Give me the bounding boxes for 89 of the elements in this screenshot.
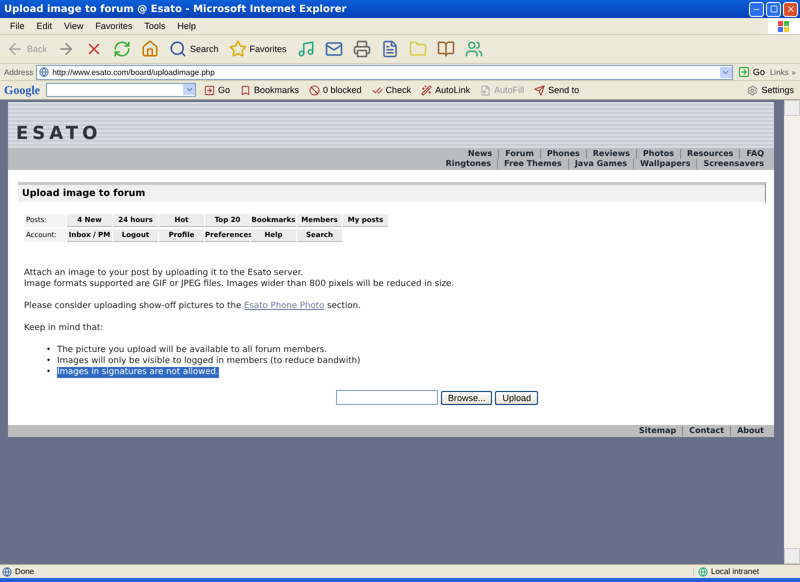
page-heading: Upload image to forum xyxy=(18,182,766,202)
toolbar-button[interactable]: Send to xyxy=(532,84,582,96)
windows-flag-icon xyxy=(768,18,800,34)
minimize-button[interactable] xyxy=(749,2,764,16)
restore-icon xyxy=(770,5,778,13)
star-icon xyxy=(228,40,247,58)
people-button[interactable] xyxy=(462,40,485,58)
dropdown-button[interactable] xyxy=(183,84,195,95)
nav-link[interactable]: Free Themes xyxy=(497,159,568,169)
send-icon xyxy=(534,84,546,96)
bullet: • xyxy=(46,345,52,356)
bullet: • xyxy=(46,367,52,378)
menu-item[interactable]: Edit xyxy=(30,21,58,31)
nav-link[interactable]: Forum xyxy=(498,149,540,159)
rule-item: The picture you upload will be available to all forum members. xyxy=(57,345,327,356)
nav-link[interactable]: Wallpapers xyxy=(633,159,696,169)
bookmark-icon xyxy=(240,84,252,96)
refresh-icon xyxy=(113,40,132,58)
window-title: Upload image to forum @ Esato - Microsoft Internet Explorer xyxy=(4,4,346,14)
nav-link[interactable]: Ringtones xyxy=(440,159,498,169)
file-field[interactable] xyxy=(336,390,438,405)
toolbar-button[interactable]: Search xyxy=(167,40,221,58)
photo-link[interactable]: Esato Phone Photo xyxy=(244,301,324,311)
nav-link[interactable]: Phones xyxy=(540,149,586,159)
page-icon xyxy=(2,566,12,576)
close-button[interactable] xyxy=(783,2,798,16)
settings-button[interactable]: Settings xyxy=(745,84,796,96)
settings-icon xyxy=(747,84,758,96)
nav-link[interactable]: Screensavers xyxy=(696,159,770,169)
nav-link[interactable]: Reviews xyxy=(586,149,636,159)
menu-item[interactable]: Tools xyxy=(138,21,172,31)
menu-item[interactable]: Help xyxy=(171,21,202,31)
toolbar-button[interactable]: 0 blocked xyxy=(307,84,364,96)
footer-link[interactable]: Sitemap xyxy=(632,426,682,436)
site-logo: ESATO xyxy=(16,123,102,144)
intro-text: Image formats supported are GIF or JPEG files. Images wider than 800 pixels will be reduced in size. xyxy=(24,279,456,290)
photo-note: Please consider uploading show-off pictures to the Esato Phone Photo section. xyxy=(24,301,362,312)
rule-item: Images will only be visible to logged in members (to reduce bandwith) xyxy=(57,356,360,367)
document-icon xyxy=(380,40,399,58)
music-icon xyxy=(296,40,315,58)
nav-link[interactable]: Resources xyxy=(680,149,740,159)
menu-item[interactable]: File xyxy=(4,21,31,31)
form-icon xyxy=(480,84,492,96)
address-field[interactable]: http://www.esato.com/board/uploadimage.php xyxy=(36,64,733,80)
search-field[interactable] xyxy=(46,83,196,97)
caret-icon xyxy=(184,85,194,94)
footer-link[interactable]: About xyxy=(730,426,770,436)
toolbar-button[interactable]: Bookmarks xyxy=(238,84,302,96)
toolbar-button[interactable]: Go xyxy=(202,84,232,96)
google-logo: Google xyxy=(4,82,40,98)
blocked-icon xyxy=(309,84,320,96)
go-button[interactable]: Go xyxy=(736,66,767,78)
close-icon xyxy=(786,4,796,14)
printer-icon xyxy=(352,40,371,58)
back-icon xyxy=(6,40,24,58)
more-button[interactable]: » xyxy=(792,68,796,76)
folder-icon xyxy=(408,40,427,58)
mail-icon xyxy=(324,40,343,58)
book-icon xyxy=(436,40,455,58)
home-icon xyxy=(141,40,160,58)
toolbar-button[interactable]: Check xyxy=(370,84,414,96)
upload-button[interactable]: Upload xyxy=(495,390,538,404)
page-icon xyxy=(39,67,50,77)
rule-item: Images in signatures are not allowed. xyxy=(57,367,219,378)
toolbar-button[interactable]: Favorites xyxy=(226,40,289,58)
status-text: Done xyxy=(15,567,34,576)
toolbar-button[interactable]: AutoLink xyxy=(419,84,472,96)
people-icon xyxy=(464,40,483,58)
zone-text: Local intranet xyxy=(711,567,760,576)
links-label[interactable]: Links xyxy=(770,68,789,76)
nav-link[interactable]: Java Games xyxy=(568,159,634,169)
printer-button[interactable] xyxy=(350,40,373,58)
restore-button[interactable] xyxy=(766,2,781,16)
globe-icon xyxy=(698,566,708,576)
nav-link[interactable]: News xyxy=(462,149,498,159)
address-label: Address xyxy=(4,68,34,76)
check-icon xyxy=(372,84,383,96)
nav-link[interactable]: Photos xyxy=(636,149,680,159)
browse-button[interactable]: Browse... xyxy=(440,390,492,404)
menu-item[interactable]: View xyxy=(58,21,90,31)
footer-link[interactable]: Contact xyxy=(682,426,730,436)
keep-in-mind-text: Keep in mind that: xyxy=(24,323,104,334)
intro-text: Attach an image to your post by uploading it to the Esato server. xyxy=(24,268,304,279)
nav-link[interactable]: FAQ xyxy=(739,149,770,159)
search-icon xyxy=(169,40,188,58)
menu-item[interactable]: Favorites xyxy=(89,21,138,31)
bullet: • xyxy=(46,356,52,367)
wand-icon xyxy=(421,84,432,96)
dropdown-button[interactable] xyxy=(720,66,732,78)
